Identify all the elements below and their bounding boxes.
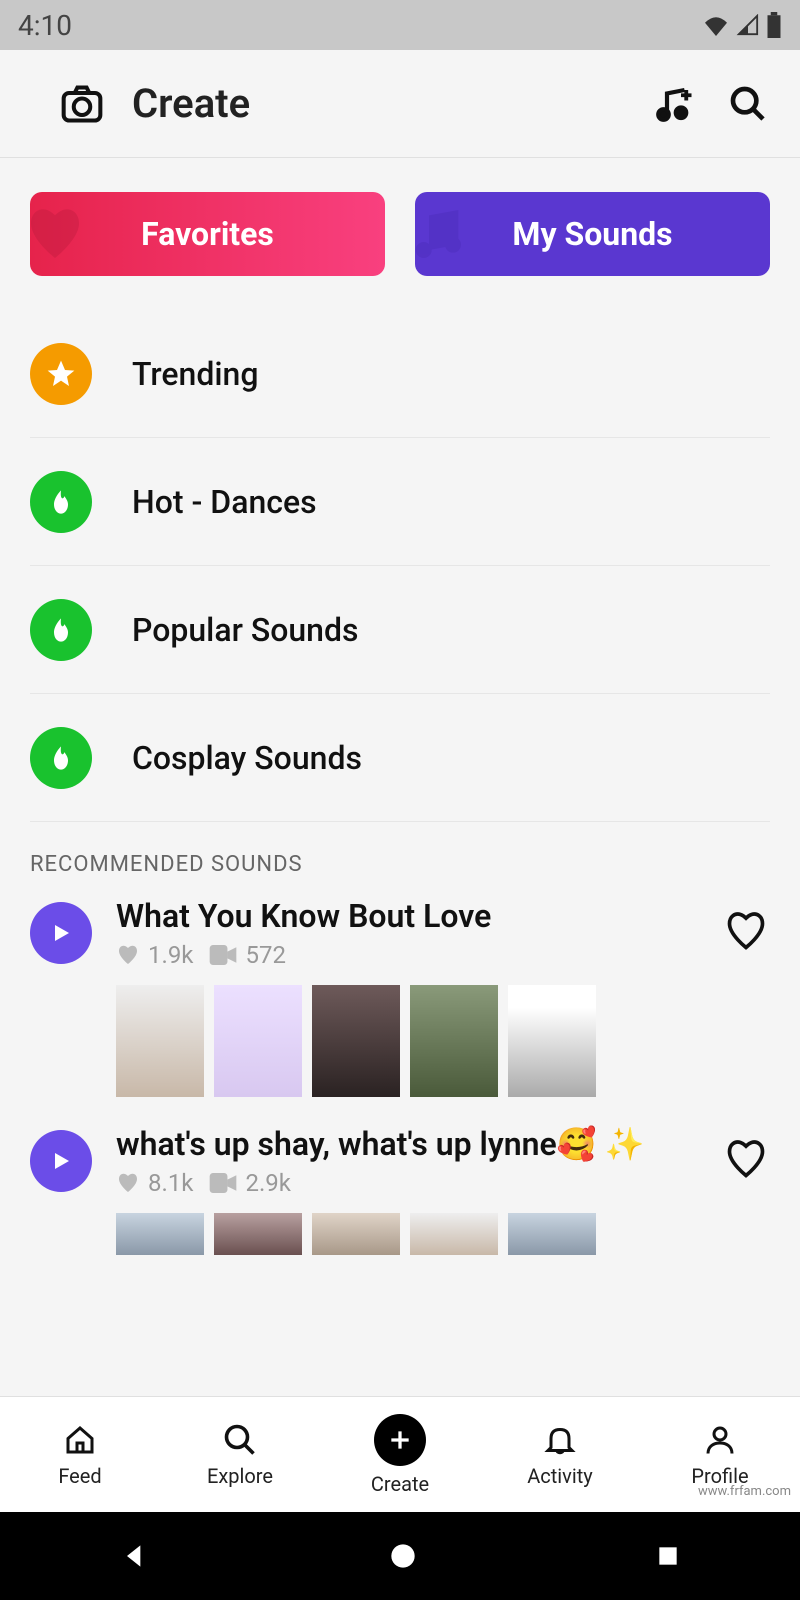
nav-label: Explore	[207, 1464, 273, 1488]
video-thumbnail[interactable]	[410, 985, 498, 1097]
videos-count: 2.9k	[245, 1169, 290, 1197]
video-thumbnail[interactable]	[312, 985, 400, 1097]
favorite-button[interactable]	[722, 1137, 770, 1185]
category-label: Hot - Dances	[132, 483, 317, 521]
category-label: Cosplay Sounds	[132, 739, 362, 777]
video-thumbnail[interactable]	[214, 985, 302, 1097]
music-icon	[415, 202, 469, 266]
battery-icon	[766, 12, 782, 38]
heart-icon	[30, 202, 90, 266]
system-nav-bar	[0, 1512, 800, 1600]
home-circle-icon[interactable]	[389, 1542, 417, 1570]
category-hot-dances[interactable]: Hot - Dances	[30, 438, 770, 566]
likes-count: 8.1k	[148, 1169, 193, 1197]
nav-label: Feed	[58, 1464, 101, 1488]
nav-label: Activity	[527, 1464, 592, 1488]
bell-icon	[542, 1422, 578, 1458]
sound-card: What You Know Bout Love 1.9k 572	[0, 897, 800, 1125]
recents-icon[interactable]	[655, 1543, 681, 1569]
nav-explore[interactable]: Explore	[160, 1397, 320, 1512]
flame-icon	[30, 471, 92, 533]
video-thumbnail[interactable]	[508, 985, 596, 1097]
status-icons	[702, 12, 782, 38]
favorite-button[interactable]	[722, 909, 770, 957]
play-button[interactable]	[30, 1130, 92, 1192]
play-button[interactable]	[30, 902, 92, 964]
video-thumbnail[interactable]	[116, 985, 204, 1097]
nav-label: Create	[371, 1472, 429, 1496]
nav-activity[interactable]: Activity	[480, 1397, 640, 1512]
bottom-nav: Feed Explore Create Activity Profile	[0, 1396, 800, 1512]
tab-favorites-label: Favorites	[141, 215, 274, 253]
status-time: 4:10	[18, 9, 72, 42]
video-thumbnail[interactable]	[214, 1213, 302, 1255]
video-icon	[209, 945, 237, 965]
likes-count: 1.9k	[148, 941, 193, 969]
tab-favorites[interactable]: Favorites	[30, 192, 385, 276]
heart-icon	[116, 943, 140, 967]
sound-title: What You Know Bout Love	[116, 897, 698, 935]
sound-stats: 8.1k 2.9k	[116, 1169, 698, 1197]
home-icon	[62, 1422, 98, 1458]
watermark: www.frfam.com	[695, 1483, 794, 1500]
tabs-row: Favorites My Sounds	[0, 158, 800, 310]
category-label: Trending	[132, 355, 259, 393]
heart-icon	[116, 1171, 140, 1195]
category-cosplay-sounds[interactable]: Cosplay Sounds	[30, 694, 770, 822]
app-header: Create	[0, 50, 800, 158]
page-title: Create	[132, 80, 622, 127]
sound-title: what's up shay, what's up lynne🥰 ✨	[116, 1125, 698, 1163]
video-thumbnail[interactable]	[312, 1213, 400, 1255]
category-trending[interactable]: Trending	[30, 310, 770, 438]
star-icon	[30, 343, 92, 405]
back-icon[interactable]	[119, 1540, 151, 1572]
video-thumbnail[interactable]	[410, 1213, 498, 1255]
flame-icon	[30, 727, 92, 789]
nav-create[interactable]: Create	[320, 1397, 480, 1512]
category-label: Popular Sounds	[132, 611, 358, 649]
sound-stats: 1.9k 572	[116, 941, 698, 969]
video-icon	[209, 1173, 237, 1193]
status-bar: 4:10	[0, 0, 800, 50]
search-icon	[222, 1422, 258, 1458]
sound-card: what's up shay, what's up lynne🥰 ✨ 8.1k …	[0, 1125, 800, 1283]
video-thumbnail[interactable]	[508, 1213, 596, 1255]
thumbnail-row	[116, 1213, 770, 1255]
signal-icon	[736, 14, 760, 36]
wifi-icon	[702, 14, 730, 36]
videos-count: 572	[245, 941, 285, 969]
plus-icon	[374, 1414, 426, 1466]
category-popular-sounds[interactable]: Popular Sounds	[30, 566, 770, 694]
category-list: Trending Hot - Dances Popular Sounds Cos…	[0, 310, 800, 822]
nav-feed[interactable]: Feed	[0, 1397, 160, 1512]
section-title: RECOMMENDED SOUNDS	[0, 822, 800, 897]
camera-icon[interactable]	[60, 82, 104, 126]
flame-icon	[30, 599, 92, 661]
tab-mysounds-label: My Sounds	[512, 215, 672, 253]
music-add-icon[interactable]	[652, 82, 696, 126]
video-thumbnail[interactable]	[116, 1213, 204, 1255]
tab-mysounds[interactable]: My Sounds	[415, 192, 770, 276]
search-icon[interactable]	[726, 82, 770, 126]
person-icon	[702, 1422, 738, 1458]
thumbnail-row	[116, 985, 770, 1097]
